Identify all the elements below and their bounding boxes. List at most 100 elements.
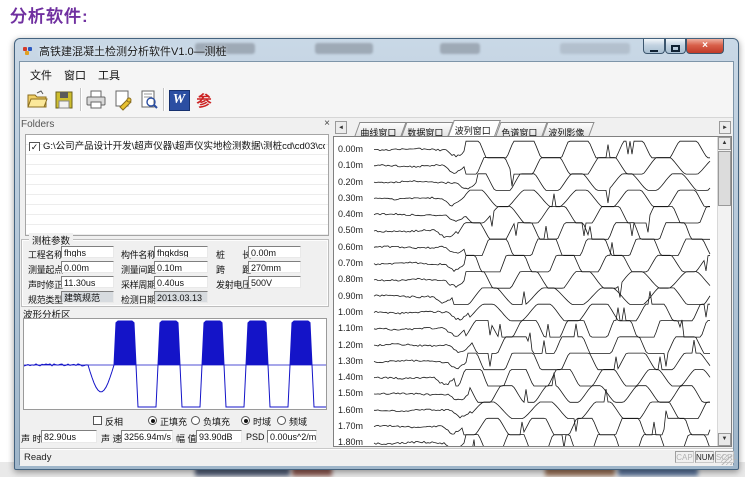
psd-label: PSD	[246, 432, 265, 442]
menu-bar: 文件 窗口 工具	[20, 62, 733, 84]
close-button[interactable]: ×	[686, 39, 724, 54]
app-window: 高铁建混凝土检测分析软件V1.0—测桩 × 文件 窗口 工具	[14, 38, 739, 470]
param-label: 规范类型	[28, 293, 63, 306]
window-titlebar[interactable]: 高铁建混凝土检测分析软件V1.0—测桩 ×	[15, 39, 738, 61]
glass-smudge	[440, 43, 480, 54]
printer-icon	[85, 89, 107, 111]
param-value[interactable]: 0.00m	[248, 246, 301, 258]
param-label: 构件名称	[121, 248, 156, 261]
param-value[interactable]: 0.10m	[154, 261, 208, 273]
param-label: 桩 长	[216, 248, 251, 261]
param-label: 发射电压	[216, 278, 251, 291]
print-button[interactable]	[84, 88, 108, 112]
waveform-plot-svg	[24, 319, 326, 409]
window-title: 高铁建混凝土检测分析软件V1.0—测桩	[39, 43, 227, 59]
status-bar: Ready CAP NUM SCRL	[20, 449, 733, 466]
print-preview-button[interactable]	[137, 88, 161, 112]
wavetrain-traces	[334, 137, 716, 446]
folders-close-icon[interactable]: ×	[321, 118, 333, 130]
word-icon: W	[169, 90, 190, 111]
save-icon	[54, 90, 74, 110]
param-value[interactable]: 0.40us	[154, 276, 208, 288]
param-label: 声时修正	[28, 278, 63, 291]
page-heading: 分析软件:	[10, 2, 89, 27]
param-label: 测量间距	[121, 263, 156, 276]
parameters-group-title: 测桩参数	[29, 233, 73, 247]
fill-negative-radio[interactable]	[191, 416, 200, 425]
menu-tools[interactable]: 工具	[94, 66, 124, 84]
sound-time-value[interactable]: 82.90us	[41, 430, 97, 443]
param-value[interactable]: 500V	[248, 276, 301, 288]
menu-file[interactable]: 文件	[26, 66, 56, 84]
resize-grip[interactable]	[721, 454, 732, 465]
time-domain-radio[interactable]	[241, 416, 250, 425]
maximize-button[interactable]	[665, 39, 686, 54]
caps-indicator: CAP	[675, 451, 694, 463]
open-folder-icon	[26, 89, 48, 111]
param-label: 测量起点	[28, 263, 63, 276]
scroll-down-icon[interactable]: ▼	[718, 433, 731, 446]
sound-speed-label: 声 速	[101, 432, 122, 445]
num-indicator: NUM	[695, 451, 714, 463]
checkbox-checked-icon[interactable]: ✓	[29, 142, 40, 151]
sound-time-label: 声 时	[21, 432, 42, 445]
invert-checkbox[interactable]	[93, 416, 102, 425]
psd-value[interactable]: 0.00us^2/m	[267, 430, 317, 443]
param-label: 跨 距	[216, 263, 251, 276]
print-setup-button[interactable]	[111, 88, 135, 112]
open-file-button[interactable]	[25, 88, 49, 112]
fill-positive-label: 正填充	[160, 415, 187, 428]
screenshot-root: 分析软件: 高铁建混凝土检测分析软件V1.0—测桩 ×	[0, 0, 745, 477]
tab-spectrum-window[interactable]: 色谱窗口	[495, 122, 547, 136]
vertical-scrollbar[interactable]: ▲ ▼	[717, 137, 731, 446]
tab-data-window[interactable]: 数据窗口	[401, 122, 453, 136]
folders-panel-title: Folders	[21, 119, 331, 133]
param-value[interactable]: 建筑规范	[61, 291, 114, 303]
param-value[interactable]: fhgkdsg	[154, 246, 208, 258]
toolbar: W 参	[20, 83, 733, 118]
save-button[interactable]	[52, 88, 76, 112]
toolbar-separator	[163, 88, 165, 111]
scroll-up-icon[interactable]: ▲	[718, 137, 731, 150]
app-icon	[23, 45, 35, 55]
param-value[interactable]: fhghs	[61, 246, 114, 258]
folder-path: G:\公司产品设计开发\超声仪器\超声仪实地检测数据\测桩cd\cd03\cd0…	[43, 141, 325, 151]
glass-smudge	[315, 43, 373, 54]
preview-icon	[139, 90, 159, 110]
print-setup-icon	[112, 89, 134, 111]
minimize-button[interactable]	[643, 39, 665, 54]
param-value[interactable]: 0.00m	[61, 261, 114, 273]
invert-label: 反相	[105, 415, 123, 428]
tab-wavetrain-image[interactable]: 波列影像	[542, 122, 594, 136]
tab-scroll-left-icon[interactable]: ◄	[335, 121, 347, 134]
tab-curve-window[interactable]: 曲线窗口	[354, 122, 406, 136]
param-value[interactable]: 270mm	[248, 261, 301, 273]
tab-wavetrain-window[interactable]: 波列窗口	[448, 120, 501, 136]
sound-speed-value[interactable]: 3256.94m/s	[121, 430, 173, 443]
glass-smudge	[560, 43, 630, 54]
parameters-icon: 参	[196, 90, 211, 111]
param-value[interactable]: 2013.03.13	[154, 291, 208, 303]
export-word-button[interactable]: W	[167, 88, 191, 112]
minimize-icon	[650, 50, 658, 52]
parameters-button[interactable]: 参	[192, 88, 216, 112]
tab-scroll-right-icon[interactable]: ►	[719, 121, 731, 134]
param-value[interactable]: 11.30us	[61, 276, 114, 288]
amplitude-label: 幅 值	[176, 432, 197, 445]
param-label: 检测日期	[121, 293, 156, 306]
menu-window[interactable]: 窗口	[60, 66, 90, 84]
fill-negative-label: 负填充	[203, 415, 230, 428]
time-domain-label: 时域	[253, 415, 271, 428]
param-label: 工程名称	[28, 248, 63, 261]
freq-domain-radio[interactable]	[277, 416, 286, 425]
amplitude-value[interactable]: 93.90dB	[196, 430, 242, 443]
freq-domain-label: 频域	[289, 415, 307, 428]
maximize-icon	[671, 45, 680, 52]
fill-positive-radio[interactable]	[148, 416, 157, 425]
param-label: 采样周期	[121, 278, 156, 291]
toolbar-separator	[80, 88, 82, 111]
folder-tree-item[interactable]: ✓G:\公司产品设计开发\超声仪器\超声仪实地检测数据\测桩cd\cd03\cd…	[29, 138, 325, 151]
right-panel-tabbar: ◄ 曲线窗口 数据窗口 波列窗口 色谱窗口 波列影像 ►	[333, 118, 732, 136]
waveform-plot	[23, 318, 327, 410]
scrollbar-thumb[interactable]	[718, 151, 731, 206]
